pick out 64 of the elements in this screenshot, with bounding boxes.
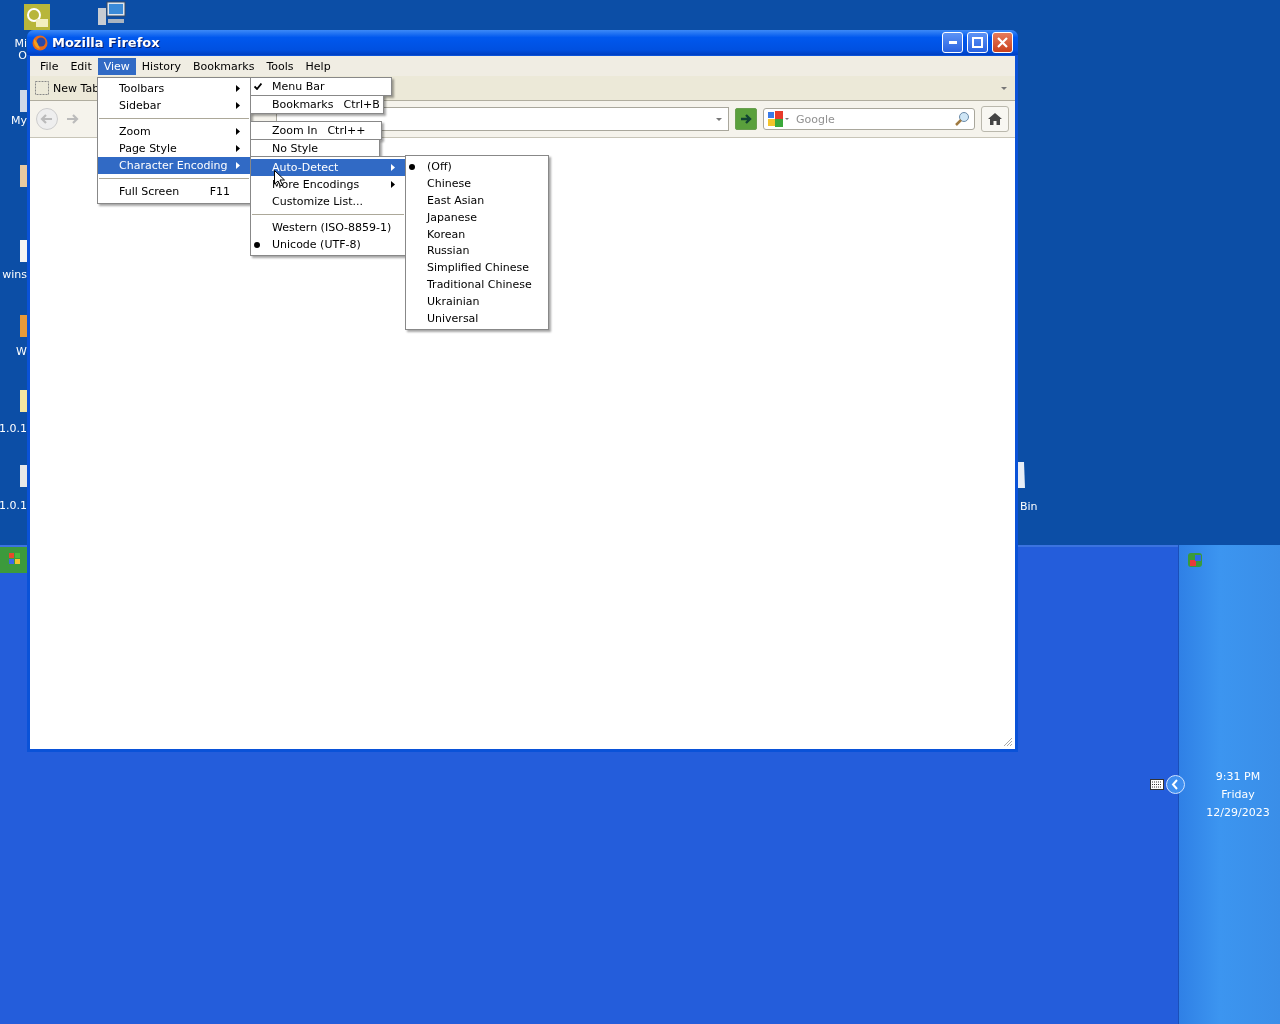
menu-item[interactable]: Simplified Chinese [406, 259, 548, 277]
menu-item[interactable]: Zoom In Ctrl++ [250, 121, 382, 140]
menu-item[interactable]: Sidebar [98, 97, 250, 114]
icon-label: wins [2, 269, 27, 281]
menu-item[interactable]: East Asian [406, 191, 548, 209]
menu-title[interactable]: Tools [260, 57, 300, 75]
menu-item[interactable]: Toolbars [98, 80, 250, 97]
menu-item[interactable]: Auto-Detect [251, 159, 405, 176]
clock-date: 12/29/2023 [1206, 806, 1270, 819]
icon-label: My [11, 115, 27, 127]
close-button[interactable] [992, 32, 1013, 53]
menu-item[interactable]: Character Encoding [98, 157, 250, 174]
close-icon [997, 37, 1008, 48]
maximize-icon [972, 37, 983, 48]
start-button[interactable] [0, 547, 27, 576]
menu-title[interactable]: Edit [64, 57, 98, 75]
arrow-right-icon [740, 113, 752, 125]
menu-title[interactable]: History [135, 57, 187, 75]
chevron-button[interactable] [1166, 775, 1185, 797]
resize-grip-icon[interactable] [1003, 737, 1013, 747]
home-button[interactable] [981, 106, 1009, 132]
search-icon[interactable] [954, 111, 970, 127]
menu-item[interactable]: Full Screen F11 [98, 183, 250, 200]
menu-item[interactable]: Unicode (UTF-8) [251, 236, 405, 253]
clock-day: Friday [1221, 788, 1255, 801]
menu-title[interactable]: View [97, 57, 136, 75]
menu-title[interactable]: Help [299, 57, 337, 75]
icon-label: 1.0.1 [0, 423, 27, 435]
menu-item[interactable]: Chinese [406, 174, 548, 192]
keyboard-icon[interactable] [1150, 779, 1164, 793]
dropdown-arrow-icon[interactable] [716, 117, 722, 121]
menu-title[interactable]: Bookmarks [187, 57, 261, 75]
menu-item[interactable]: Russian [406, 242, 548, 260]
window-title: Mozilla Firefox [52, 35, 161, 50]
google-icon[interactable] [768, 111, 790, 127]
home-icon [988, 113, 1002, 125]
menu-item[interactable]: Traditional Chinese [406, 276, 548, 294]
menu-item[interactable]: Japanese [406, 208, 548, 226]
icon-label: O [18, 50, 27, 62]
search-field[interactable]: Google [763, 108, 975, 130]
firefox-logo [32, 34, 48, 51]
minimize-button[interactable] [942, 32, 963, 53]
icon-label: Mi [14, 38, 27, 50]
menu-item[interactable]: Page Style [98, 140, 250, 157]
menu-title[interactable]: File [34, 57, 65, 75]
icon-label: 1.0.1 [0, 500, 27, 512]
menu-item[interactable]: (Off) [406, 158, 548, 175]
menu-item[interactable]: Ukrainian [406, 293, 548, 311]
menu-item[interactable]: Zoom [98, 123, 250, 140]
menu-item[interactable]: Customize List... [251, 193, 405, 210]
icon-label: Bin [1020, 501, 1038, 513]
menu-item[interactable]: Universal [406, 310, 548, 328]
menu-item[interactable]: Bookmarks Ctrl+B [250, 95, 384, 114]
go-button[interactable] [735, 108, 757, 130]
dropdown-arrow-icon[interactable] [1001, 86, 1007, 90]
menu-item[interactable]: Western (ISO-8859-1) [251, 219, 405, 236]
minimize-icon [948, 41, 957, 44]
tab-icon [35, 81, 49, 95]
menu-item[interactable]: Menu Bar [250, 77, 392, 96]
calendar-icon[interactable] [24, 4, 50, 33]
menu-item[interactable]: Korean [406, 225, 548, 243]
maximize-button[interactable] [967, 32, 988, 53]
clock-time: 9:31 PM [1215, 770, 1261, 783]
icon-label: W [16, 346, 27, 358]
